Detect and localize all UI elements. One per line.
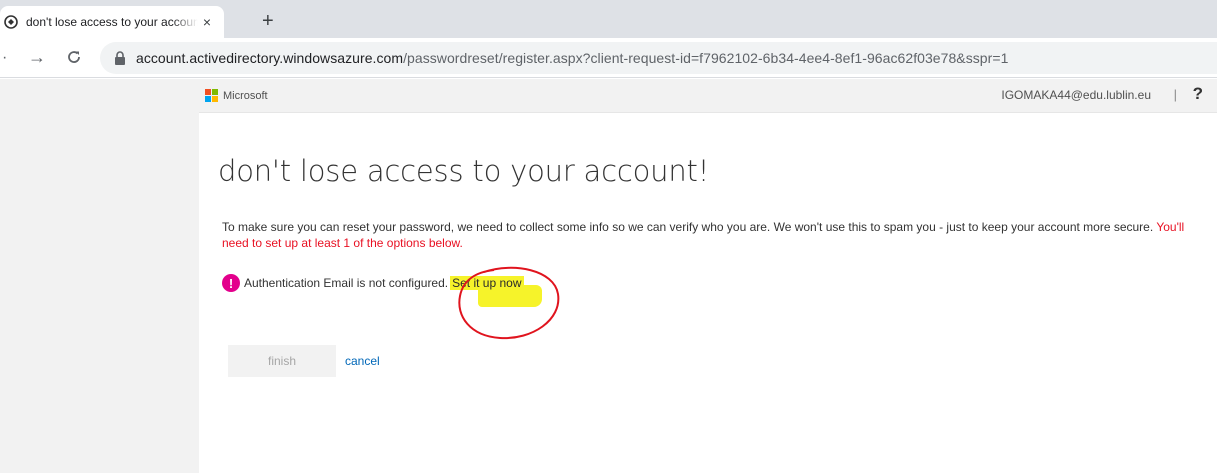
back-arrow-icon[interactable]: ·: [2, 49, 7, 67]
plus-icon[interactable]: +: [262, 11, 274, 31]
url-text: account.activedirectory.windowsazure.com…: [136, 50, 1008, 66]
browser-tab[interactable]: don't lose access to your account ×: [0, 6, 224, 38]
forward-arrow-icon[interactable]: →: [28, 47, 46, 68]
brand-name: Microsoft: [223, 90, 268, 102]
page-header: Microsoft IGOMAKA44@edu.lublin.eu | ?: [199, 79, 1217, 113]
tab-title: don't lose access to your account: [26, 15, 198, 29]
annotation-circle: [458, 266, 560, 340]
browser-toolbar: · → account.activedirectory.windowsazure…: [0, 38, 1217, 78]
page-title: don't lose access to your account!: [218, 154, 710, 188]
cancel-link[interactable]: cancel: [345, 354, 380, 368]
help-icon[interactable]: ?: [1193, 84, 1203, 104]
header-separator: |: [1173, 87, 1177, 102]
microsoft-logo-icon: [205, 89, 219, 103]
microsoft-logo: Microsoft: [205, 89, 268, 103]
left-rail: [0, 79, 199, 473]
url-path: /passwordreset/register.aspx?client-requ…: [403, 50, 1009, 66]
intro-body: To make sure you can reset your password…: [222, 220, 1157, 234]
status-text: Authentication Email is not configured.: [244, 276, 449, 290]
user-email[interactable]: IGOMAKA44@edu.lublin.eu: [1001, 88, 1151, 102]
azure-favicon-icon: [4, 15, 18, 29]
browser-tabstrip: don't lose access to your account × +: [0, 0, 1217, 38]
reload-icon[interactable]: [66, 47, 82, 70]
url-host: account.activedirectory.windowsazure.com: [136, 50, 404, 66]
lock-icon: [114, 51, 126, 65]
alert-icon: !: [222, 274, 240, 292]
address-bar[interactable]: account.activedirectory.windowsazure.com…: [100, 42, 1217, 74]
finish-button[interactable]: finish: [228, 345, 336, 377]
close-icon[interactable]: ×: [200, 15, 214, 29]
intro-text: To make sure you can reset your password…: [222, 219, 1202, 251]
